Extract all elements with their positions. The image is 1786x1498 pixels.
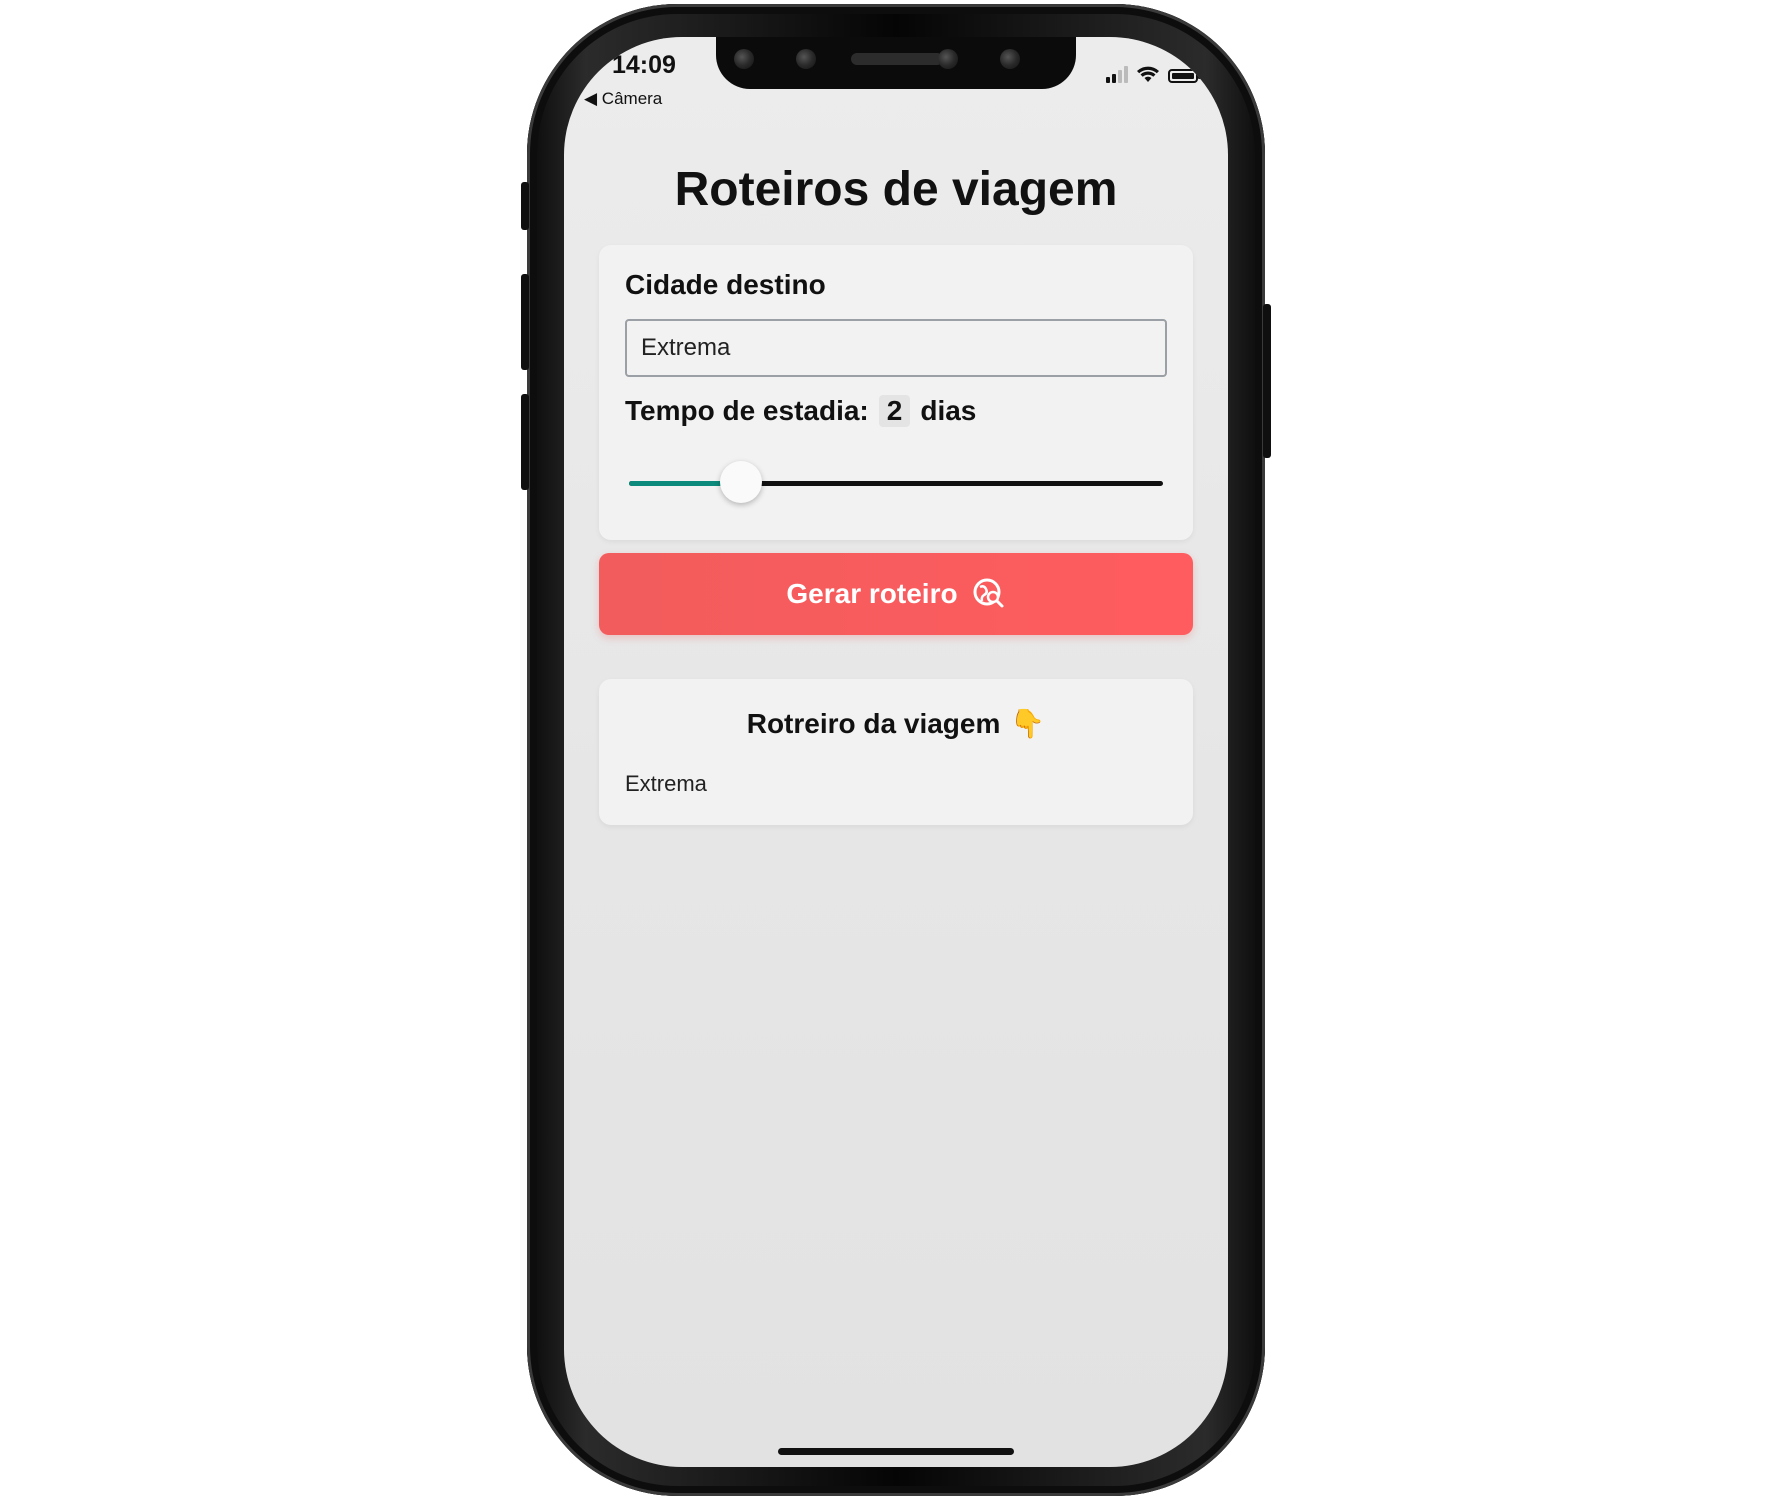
camera-icon bbox=[938, 49, 958, 69]
days-unit: dias bbox=[920, 395, 977, 426]
city-input[interactable]: Extrema bbox=[625, 319, 1167, 377]
notch bbox=[716, 37, 1076, 89]
stay-label: Tempo de estadia: bbox=[625, 395, 869, 426]
speaker-grille bbox=[851, 53, 943, 65]
days-value: 2 bbox=[878, 395, 911, 427]
result-text: Extrema bbox=[625, 771, 707, 796]
map-search-icon bbox=[973, 578, 1004, 608]
cellular-signal-icon bbox=[1106, 65, 1128, 83]
page-title: Roteiros de viagem bbox=[674, 163, 1118, 216]
sensor-icon bbox=[796, 49, 816, 69]
battery-icon bbox=[1168, 69, 1201, 83]
generate-button-label: Gerar roteiro bbox=[786, 578, 958, 609]
status-icons bbox=[1106, 65, 1201, 83]
result-title: Rotreiro da viagem bbox=[746, 708, 1001, 739]
pointing-down-icon: 👇 bbox=[1010, 708, 1046, 739]
days-slider[interactable] bbox=[629, 461, 1163, 503]
sensor-icon bbox=[1000, 49, 1020, 69]
phone-frame: 14:09 ◀ Câmera Roteiros de viagem Cidade… bbox=[521, 4, 1271, 1496]
screen: 14:09 ◀ Câmera Roteiros de viagem Cidade… bbox=[564, 37, 1228, 1467]
back-to-camera-link[interactable]: ◀ Câmera bbox=[584, 89, 662, 109]
home-indicator[interactable] bbox=[778, 1448, 1014, 1455]
sensor-icon bbox=[734, 49, 754, 69]
stage: 14:09 ◀ Câmera Roteiros de viagem Cidade… bbox=[0, 0, 1786, 1498]
wifi-icon bbox=[1137, 66, 1159, 82]
silent-switch bbox=[521, 182, 529, 230]
result-card: Rotreiro da viagem 👇 Extrema bbox=[599, 679, 1193, 825]
volume-down-button bbox=[521, 394, 529, 490]
volume-up-button bbox=[521, 274, 529, 370]
power-button bbox=[1263, 304, 1271, 458]
result-title-row: Rotreiro da viagem 👇 bbox=[599, 707, 1193, 740]
stay-duration-row: Tempo de estadia: 2 dias bbox=[625, 395, 976, 427]
form-card: Cidade destino Extrema Tempo de estadia:… bbox=[599, 245, 1193, 540]
status-time: 14:09 bbox=[612, 51, 676, 79]
city-label: Cidade destino bbox=[625, 269, 826, 300]
slider-thumb[interactable] bbox=[720, 461, 763, 503]
generate-itinerary-button[interactable]: Gerar roteiro bbox=[599, 553, 1193, 635]
